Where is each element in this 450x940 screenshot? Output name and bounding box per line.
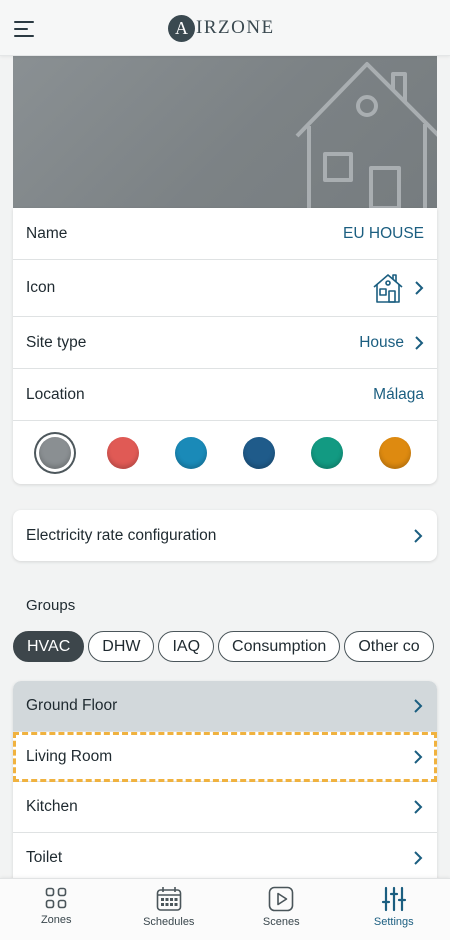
play-icon <box>268 886 294 912</box>
chevron-right-icon <box>415 281 424 295</box>
grid-icon <box>45 887 67 909</box>
location-label: Location <box>26 385 85 403</box>
group-chip[interactable]: DHW <box>88 631 155 662</box>
group-row[interactable]: Ground Floor <box>13 681 437 732</box>
chevron-right-icon <box>414 699 423 713</box>
color-swatch[interactable] <box>379 437 411 469</box>
sliders-icon <box>381 886 406 912</box>
chevron-right-icon <box>414 749 423 764</box>
house-icon <box>373 274 403 303</box>
chevron-right-icon <box>414 528 423 543</box>
site-info-card: Name EU HOUSE Icon Site type House Locat… <box>13 208 437 484</box>
group-chip[interactable]: HVAC <box>13 631 85 662</box>
nav-zones[interactable]: Zones <box>0 879 113 940</box>
electricity-rate-label: Electricity rate configuration <box>26 526 217 544</box>
color-picker <box>13 421 437 485</box>
logo-text: IRZONE <box>196 17 275 38</box>
group-chip[interactable]: Consumption <box>218 631 341 662</box>
color-swatch[interactable] <box>175 437 207 469</box>
location-value: Málaga <box>373 385 424 403</box>
color-swatch[interactable] <box>107 437 139 469</box>
nav-schedules[interactable]: Schedules <box>113 879 226 940</box>
nav-zones-label: Zones <box>40 914 72 926</box>
nav-settings[interactable]: Settings <box>338 879 450 940</box>
calendar-icon <box>156 887 182 911</box>
name-row[interactable]: Name EU HOUSE <box>13 208 437 260</box>
bottom-navigation: Zones Schedules Scenes Settings <box>0 878 450 940</box>
site-type-value: House <box>359 333 404 351</box>
color-swatch[interactable] <box>243 437 275 469</box>
icon-row[interactable]: Icon <box>13 260 437 317</box>
group-chip[interactable]: Other co <box>344 631 434 662</box>
logo-mark: A <box>168 14 195 42</box>
color-swatch[interactable] <box>39 437 71 469</box>
groups-title: Groups <box>26 597 76 614</box>
top-bar: A IRZONE <box>0 0 450 56</box>
chevron-right-icon <box>415 335 424 350</box>
electricity-rate-button[interactable]: Electricity rate configuration <box>13 510 437 561</box>
group-row-label: Toilet <box>26 849 63 866</box>
site-type-label: Site type <box>26 333 87 351</box>
group-chip[interactable]: IAQ <box>158 631 215 662</box>
site-type-value-wrap: House <box>359 334 424 352</box>
chevron-right-icon <box>414 851 423 865</box>
icon-label: Icon <box>26 279 56 296</box>
groups-list: Ground Floor Living Room Kitchen Toilet <box>13 681 437 881</box>
location-row[interactable]: Location Málaga <box>13 369 437 421</box>
group-row[interactable]: Kitchen <box>13 782 437 833</box>
menu-icon[interactable] <box>14 20 36 38</box>
chevron-right-icon <box>414 800 423 814</box>
house-illustration-icon <box>295 62 437 208</box>
airzone-logo: A IRZONE <box>168 14 275 42</box>
group-row-label: Kitchen <box>26 798 78 815</box>
group-row[interactable]: Toilet <box>13 833 437 881</box>
group-row-label: Ground Floor <box>26 697 118 714</box>
group-row[interactable]: Living Room <box>13 732 437 782</box>
site-hero-image <box>13 56 437 208</box>
group-filter-chips: HVAC DHW IAQ Consumption Other co <box>13 631 450 662</box>
name-value: EU HOUSE <box>343 224 424 242</box>
site-type-row[interactable]: Site type House <box>13 317 437 369</box>
nav-scenes-label: Scenes <box>262 916 300 928</box>
color-swatch[interactable] <box>311 437 343 469</box>
nav-schedules-label: Schedules <box>143 916 195 928</box>
nav-scenes[interactable]: Scenes <box>225 879 338 940</box>
nav-settings-label: Settings <box>373 916 414 928</box>
name-label: Name <box>26 224 68 242</box>
group-row-label: Living Room <box>26 747 113 765</box>
icon-value <box>372 272 424 304</box>
